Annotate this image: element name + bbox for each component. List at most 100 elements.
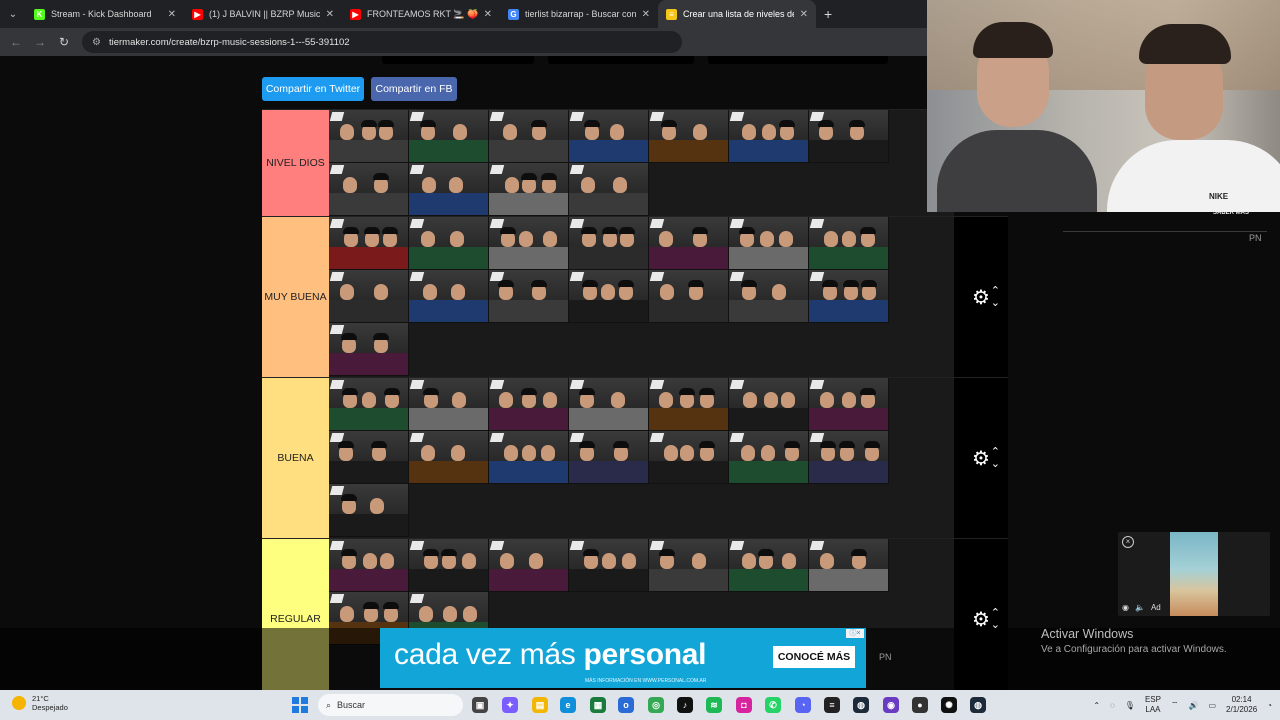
steam-icon[interactable]: ◍ — [853, 697, 869, 713]
tier-item-image[interactable] — [649, 270, 729, 323]
tier-label[interactable]: MUY BUENA — [262, 217, 329, 377]
tier-item-image[interactable] — [649, 431, 729, 484]
github-icon[interactable]: ● — [912, 697, 928, 713]
store-icon[interactable]: ▦ — [590, 697, 606, 713]
volume-icon[interactable]: 🔈 — [1135, 603, 1145, 612]
forward-icon[interactable]: → — [28, 35, 52, 49]
file-explorer-icon[interactable]: ▤ — [532, 697, 548, 713]
tier-item-image[interactable] — [489, 163, 569, 216]
tier-item-image[interactable] — [329, 323, 409, 376]
tier-item-image[interactable] — [329, 539, 409, 592]
task-view-icon[interactable]: ▣ — [472, 697, 488, 713]
tier-item-image[interactable] — [729, 431, 809, 484]
move-down-icon[interactable]: ⌄ — [991, 298, 1000, 309]
instagram-icon[interactable]: ◘ — [736, 697, 752, 713]
taskbar-search[interactable]: ⌕ Buscar — [318, 694, 463, 716]
tier-item-image[interactable] — [409, 270, 489, 323]
browser-tab[interactable]: ≡ Crear una lista de niveles de SE ✕ — [658, 0, 816, 28]
tier-item-image[interactable] — [649, 539, 729, 592]
tier-item-image[interactable] — [809, 270, 889, 323]
windows-start-icon[interactable] — [292, 697, 308, 713]
video-ad-thumbnail[interactable] — [1170, 532, 1218, 616]
tab-close-icon[interactable]: ✕ — [168, 9, 176, 20]
tier-item-image[interactable] — [489, 378, 569, 431]
ad-cta-button[interactable]: CONOCÉ MÁS — [773, 646, 855, 668]
browser-tab[interactable]: K Stream - Kick Dashboard ✕ — [26, 0, 184, 28]
tier-item-image[interactable] — [489, 270, 569, 323]
language-indicator[interactable]: ESP LAA — [1145, 695, 1161, 715]
tier-item-image[interactable] — [809, 378, 889, 431]
share-facebook-button[interactable]: Compartir en FB — [371, 77, 457, 101]
close-icon[interactable]: × — [1122, 536, 1134, 548]
tier-item-image[interactable] — [569, 110, 649, 163]
tier-item-image[interactable] — [409, 431, 489, 484]
tier-settings-gear-icon[interactable]: ⚙ — [972, 446, 990, 471]
tier-item-image[interactable] — [649, 110, 729, 163]
tier-item-image[interactable] — [329, 378, 409, 431]
browser-tab[interactable]: ▶ FRONTEAMOS RKT 🚬 🍑 - DIL ✕ — [342, 0, 500, 28]
move-down-icon[interactable]: ⌄ — [991, 459, 1000, 470]
tier-item-image[interactable] — [329, 270, 409, 323]
tab-search-dropdown-icon[interactable]: ⌄ — [0, 0, 26, 28]
outlook-icon[interactable]: o — [618, 697, 634, 713]
tier-item-image[interactable] — [569, 270, 649, 323]
tier-item-image[interactable] — [489, 110, 569, 163]
adchoices-icon[interactable]: ⓘ× — [846, 629, 864, 638]
tier-item-image[interactable] — [809, 217, 889, 270]
whatsapp-icon[interactable]: ✆ — [765, 697, 781, 713]
wifi-icon[interactable]: ⌔ — [1171, 700, 1179, 710]
tier-item-image[interactable] — [329, 431, 409, 484]
tier-item-image[interactable] — [809, 539, 889, 592]
tier-item-image[interactable] — [409, 217, 489, 270]
tier-item-image[interactable] — [729, 217, 809, 270]
tier-item-image[interactable] — [569, 378, 649, 431]
tier-item-image[interactable] — [489, 539, 569, 592]
chrome-icon[interactable]: ◎ — [648, 697, 664, 713]
tier-item-image[interactable] — [489, 431, 569, 484]
chatgpt-icon[interactable]: ✺ — [941, 697, 957, 713]
edge-icon[interactable]: e — [560, 697, 576, 713]
browser-tab[interactable]: Gtierlist bizarrap - Buscar con Go ✕ — [500, 0, 658, 28]
tier-item-image[interactable] — [409, 378, 489, 431]
share-twitter-button[interactable]: Compartir en Twitter — [262, 77, 364, 101]
tier-item-image[interactable] — [409, 163, 489, 216]
clock[interactable]: 02:14 2/1/2026 — [1226, 695, 1257, 715]
tier-item-image[interactable] — [729, 539, 809, 592]
tier-item-image[interactable] — [329, 110, 409, 163]
video-ad-player[interactable]: × ◉ 🔈 Ad — [1118, 532, 1270, 616]
move-up-icon[interactable]: ⌃ — [991, 286, 1000, 297]
tier-settings-gear-icon[interactable]: ⚙ — [972, 285, 990, 310]
tray-chevron-up-icon[interactable]: ⌃ — [1093, 701, 1100, 710]
tier-label[interactable]: NIVEL DIOS — [262, 110, 329, 216]
tier-item-image[interactable] — [809, 431, 889, 484]
notification-bell-icon[interactable]: ◔ — [1267, 701, 1272, 710]
volume-tray-icon[interactable]: 🔊 — [1188, 701, 1198, 710]
battery-icon[interactable]: ▭ — [1208, 701, 1216, 710]
tier-item-image[interactable] — [569, 217, 649, 270]
tier-item-image[interactable] — [729, 378, 809, 431]
tier-item-image[interactable] — [569, 431, 649, 484]
tier-item-image[interactable] — [329, 217, 409, 270]
ad-banner[interactable]: cada vez más personal CONOCÉ MÁS MÁS INF… — [380, 628, 866, 688]
tier-item-image[interactable] — [649, 217, 729, 270]
app-icon[interactable]: ≡ — [824, 697, 840, 713]
site-info-icon[interactable]: ⚙ — [92, 37, 101, 48]
tab-close-icon[interactable]: ✕ — [484, 9, 492, 20]
move-up-icon[interactable]: ⌃ — [991, 447, 1000, 458]
tier-item-image[interactable] — [649, 378, 729, 431]
tier-item-image[interactable] — [409, 539, 489, 592]
reload-icon[interactable]: ↻ — [52, 35, 76, 49]
tier-item-image[interactable] — [329, 163, 409, 216]
tier-item-image[interactable] — [489, 217, 569, 270]
tier-item-image[interactable] — [409, 110, 489, 163]
tab-close-icon[interactable]: ✕ — [642, 9, 650, 20]
spotify-icon[interactable]: ≋ — [706, 697, 722, 713]
steam-alt-icon[interactable]: ◍ — [970, 697, 986, 713]
address-bar[interactable]: ⚙ tiermaker.com/create/bzrp-music-sessio… — [82, 31, 682, 53]
back-icon[interactable]: ← — [4, 35, 28, 49]
tiktok-icon[interactable]: ♪ — [677, 697, 693, 713]
discord-icon[interactable]: ◔ — [795, 697, 811, 713]
new-tab-button[interactable]: + — [816, 6, 840, 22]
tier-label[interactable]: BUENA — [262, 378, 329, 538]
tier-item-image[interactable] — [729, 270, 809, 323]
